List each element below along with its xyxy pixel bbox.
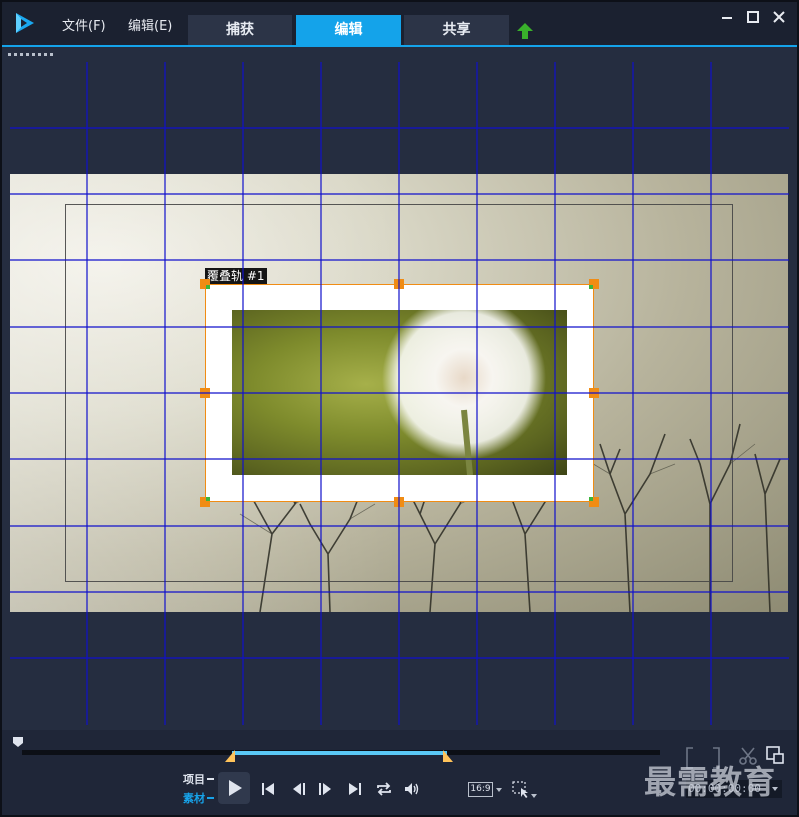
menu-edit[interactable]: 编辑(E) bbox=[128, 15, 172, 34]
next-frame-icon[interactable] bbox=[316, 780, 334, 798]
maximize-icon[interactable] bbox=[744, 8, 762, 26]
overlay-track-label: 覆叠轨 #1 bbox=[205, 268, 267, 284]
resize-handle-left[interactable] bbox=[200, 388, 210, 398]
close-icon[interactable] bbox=[770, 8, 788, 26]
clip-mode-indicator bbox=[207, 797, 214, 799]
clip-mode-label[interactable]: 素材 bbox=[183, 790, 205, 806]
resize-handle-top-right[interactable] bbox=[589, 279, 599, 289]
overlay-clip-image[interactable] bbox=[232, 310, 567, 475]
resize-handle-top-left[interactable] bbox=[200, 279, 210, 289]
previous-frame-icon[interactable] bbox=[290, 780, 308, 798]
trim-in-marker[interactable] bbox=[225, 750, 235, 762]
menu-file[interactable]: 文件(F) bbox=[62, 15, 106, 34]
app-logo-icon bbox=[16, 13, 34, 33]
aspect-ratio-chevron-down-icon[interactable] bbox=[496, 788, 502, 792]
repeat-icon[interactable] bbox=[375, 780, 393, 798]
go-to-end-icon[interactable] bbox=[346, 780, 364, 798]
minimize-icon[interactable] bbox=[718, 8, 736, 26]
project-mode-indicator bbox=[207, 778, 214, 780]
project-mode-label[interactable]: 项目 bbox=[183, 771, 205, 787]
crop-cursor-icon[interactable] bbox=[511, 780, 539, 800]
aspect-ratio-button[interactable]: 16:9 bbox=[468, 782, 493, 797]
tab-share[interactable]: 共享 bbox=[404, 15, 509, 46]
tab-capture[interactable]: 捕获 bbox=[188, 15, 292, 46]
resize-handle-right[interactable] bbox=[589, 388, 599, 398]
tab-edit[interactable]: 编辑 bbox=[296, 15, 401, 46]
trim-out-marker[interactable] bbox=[443, 750, 453, 762]
upload-icon[interactable] bbox=[516, 22, 534, 40]
resize-handle-bottom[interactable] bbox=[394, 497, 404, 507]
resize-handle-top[interactable] bbox=[394, 279, 404, 289]
title-bar: 文件(F) 编辑(E) 捕获 编辑 共享 bbox=[0, 0, 799, 46]
panel-drag-handle[interactable] bbox=[8, 53, 54, 56]
go-to-start-icon[interactable] bbox=[259, 780, 277, 798]
watermark-text: 最需教育 bbox=[644, 763, 777, 801]
resize-handle-bottom-right[interactable] bbox=[589, 497, 599, 507]
dandelion-photo bbox=[382, 310, 546, 475]
resize-handle-bottom-left[interactable] bbox=[200, 497, 210, 507]
playhead-handle[interactable] bbox=[12, 736, 24, 748]
volume-icon[interactable] bbox=[403, 780, 421, 798]
trim-range[interactable] bbox=[232, 751, 447, 755]
play-icon bbox=[229, 780, 242, 796]
play-button[interactable] bbox=[218, 772, 250, 804]
